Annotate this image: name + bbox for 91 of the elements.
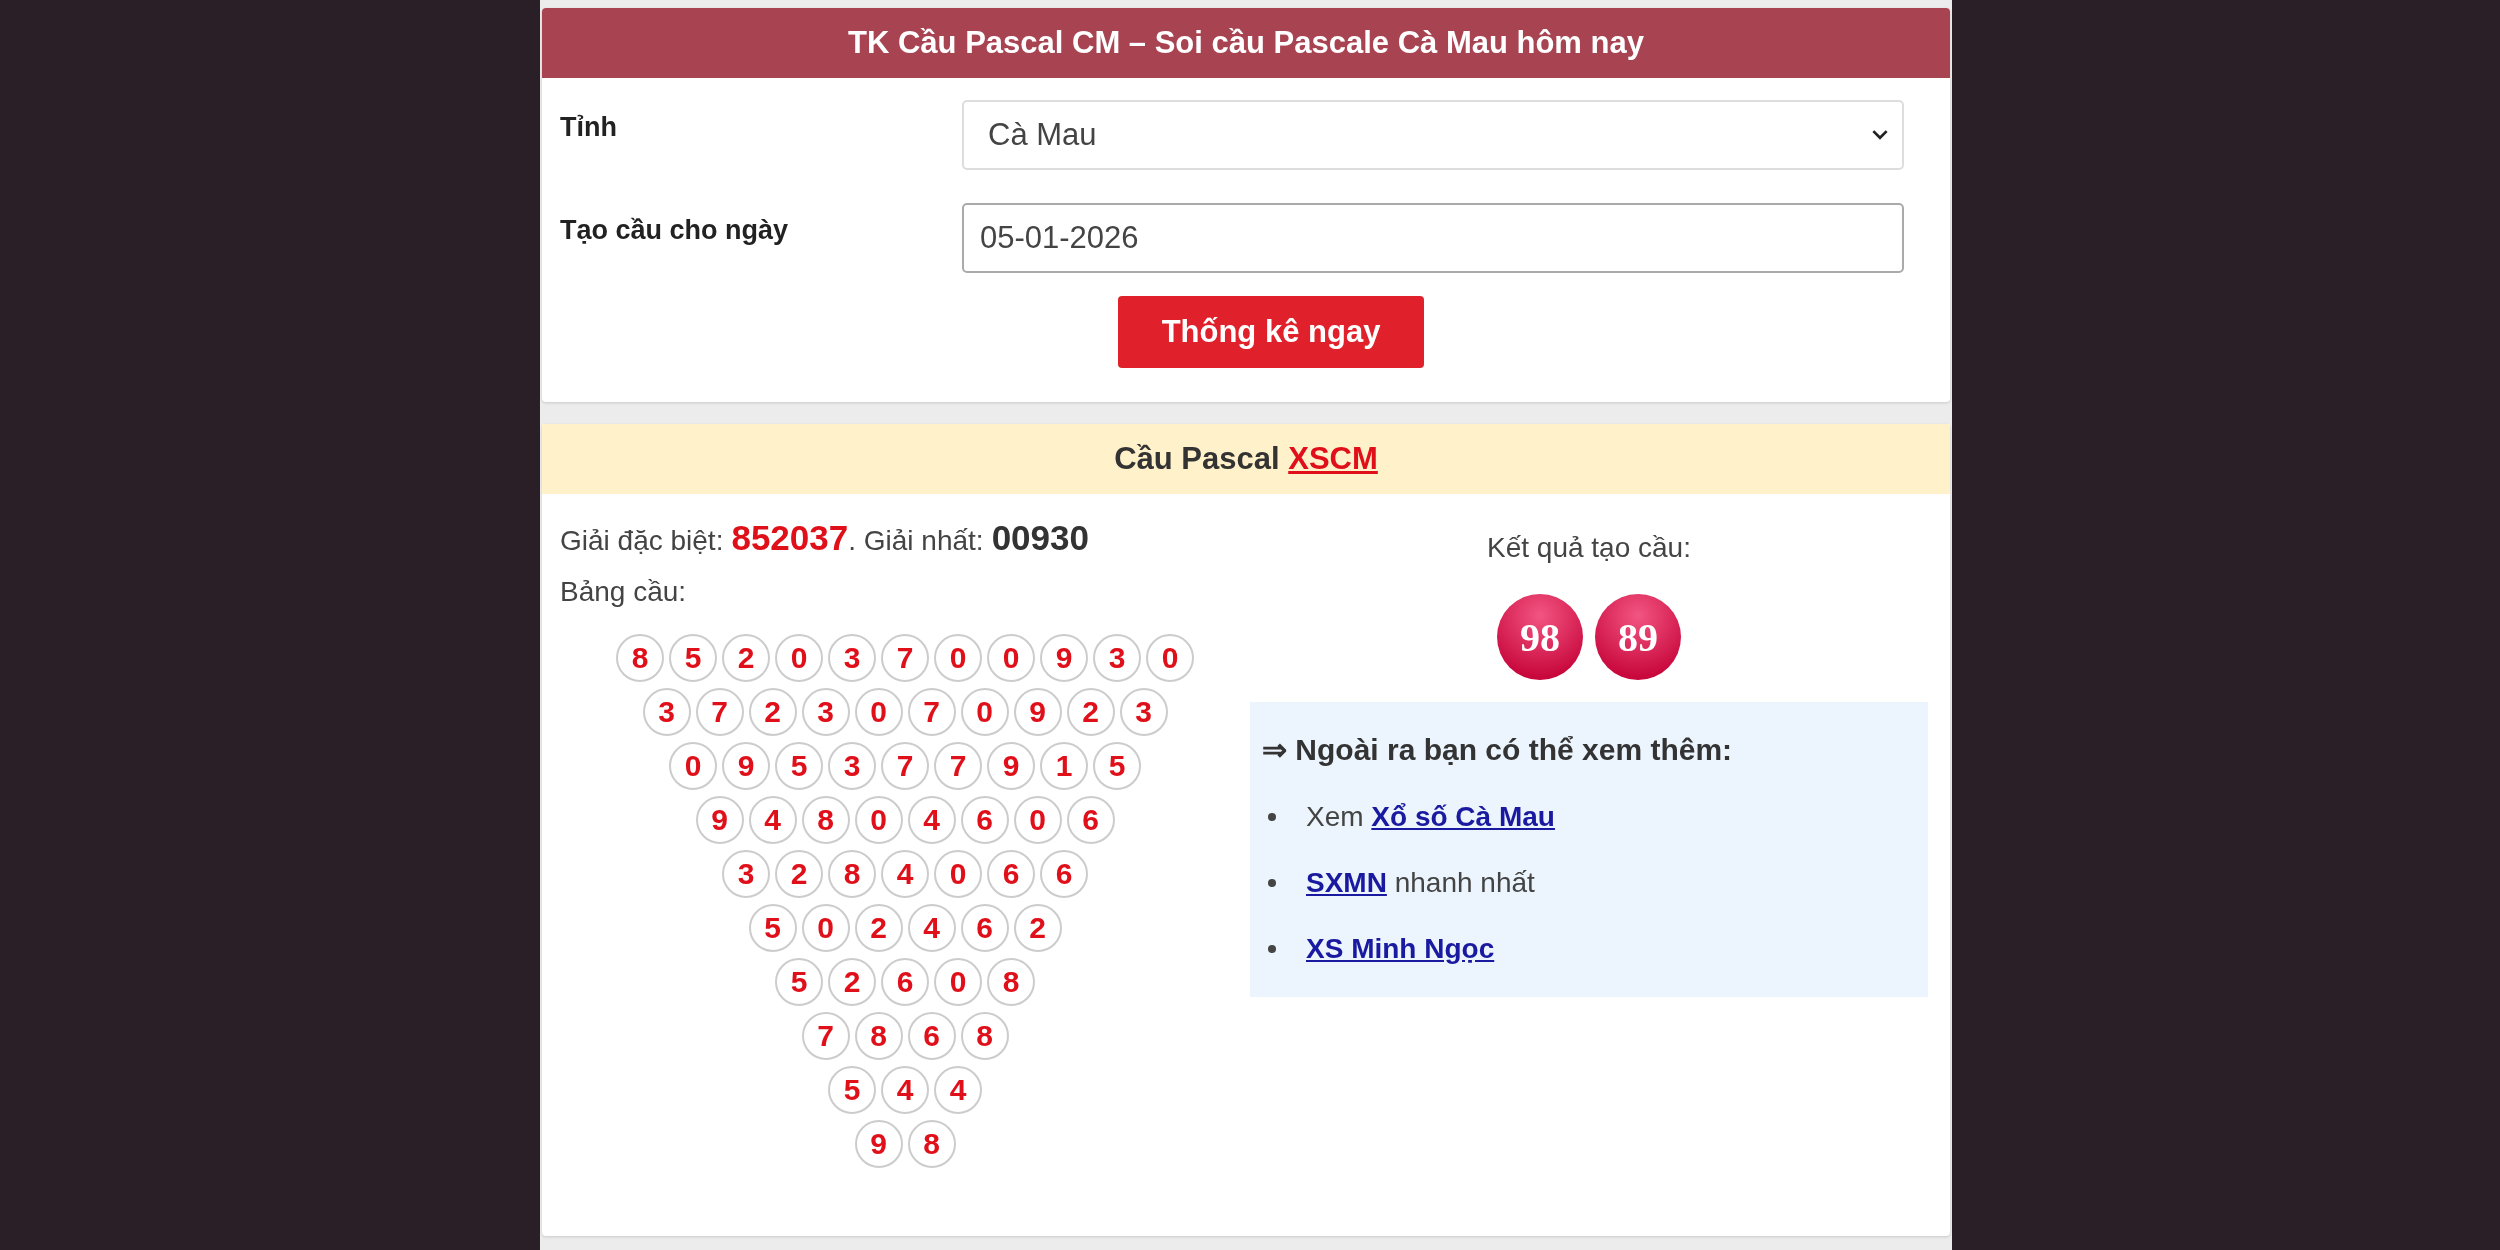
digit-ball: 8	[616, 634, 664, 682]
date-field[interactable]: 05-01-2026	[962, 203, 1904, 273]
digit-ball: 5	[828, 1066, 876, 1114]
digit-ball: 7	[881, 742, 929, 790]
digit-ball: 7	[801, 1012, 850, 1060]
digit-ball: 9	[722, 742, 770, 790]
bullet-icon	[1268, 945, 1276, 953]
digit-ball: 0	[854, 796, 903, 844]
digit-ball: 8	[828, 850, 876, 898]
digit-ball: 2	[1066, 688, 1115, 736]
bullet-icon	[1268, 879, 1276, 887]
digit-ball: 0	[669, 742, 717, 790]
field-label: Tỉnh	[560, 111, 618, 143]
digit-ball: 4	[881, 850, 929, 898]
digit-ball: 8	[801, 796, 850, 844]
digit-ball: 4	[748, 796, 797, 844]
link-text: SXMN nhanh nhất	[1306, 867, 1535, 899]
digit-ball: 0	[934, 850, 982, 898]
digit-ball: 0	[1146, 634, 1194, 682]
chevron-down-icon	[1872, 130, 1888, 140]
digit-ball: 4	[907, 904, 956, 952]
digit-ball: 0	[934, 634, 982, 682]
digit-ball: 6	[881, 958, 929, 1006]
digit-ball: 6	[960, 904, 1009, 952]
prize-number: 852037	[731, 518, 849, 557]
digit-ball: 0	[801, 904, 850, 952]
digit-ball: 0	[854, 688, 903, 736]
prize-label: . Giải nhất:	[848, 525, 984, 556]
digit-ball: 2	[1013, 904, 1062, 952]
digit-ball: 3	[642, 688, 691, 736]
digit-ball: 6	[1066, 796, 1115, 844]
section-link[interactable]: XSCM	[1288, 441, 1378, 476]
digit-ball: 4	[934, 1066, 982, 1114]
digit-ball: 8	[907, 1120, 956, 1168]
digit-ball: 3	[722, 850, 770, 898]
digit-ball: 2	[722, 634, 770, 682]
submit-button[interactable]: Thống kê ngay	[1118, 296, 1424, 368]
digit-ball: 9	[987, 742, 1035, 790]
link[interactable]: XS Minh Ngọc	[1306, 933, 1495, 965]
digit-ball: 3	[1119, 688, 1168, 736]
digit-ball: 3	[1093, 634, 1141, 682]
digit-ball: 7	[907, 688, 956, 736]
digit-ball: 4	[907, 796, 956, 844]
digit-ball: 0	[775, 634, 823, 682]
digit-ball: 5	[669, 634, 717, 682]
digit-ball: 8	[987, 958, 1035, 1006]
link[interactable]: SXMN	[1306, 867, 1387, 898]
digit-ball: 5	[775, 958, 823, 1006]
digit-ball: 0	[960, 688, 1009, 736]
table-label: Bảng cầu:	[560, 576, 688, 608]
bullet-icon	[1268, 813, 1276, 821]
digit-ball: 9	[1013, 688, 1062, 736]
digit-ball: 2	[828, 958, 876, 1006]
province-select[interactable]: Cà Mau	[962, 100, 1904, 170]
digit-ball: 2	[854, 904, 903, 952]
digit-ball: 4	[881, 1066, 929, 1114]
digit-ball: 3	[801, 688, 850, 736]
digit-ball: 9	[1040, 634, 1088, 682]
result-ball: 89	[1595, 594, 1681, 680]
field-label: Tạo cầu cho ngày	[560, 214, 790, 246]
more-heading: ⇒ Ngoài ra bạn có thể xem thêm:	[1262, 732, 1734, 767]
prize-label: Giải đặc biệt:	[560, 525, 724, 556]
digit-ball: 6	[987, 850, 1035, 898]
prize-number: 00930	[991, 518, 1089, 557]
result-ball: 98	[1497, 594, 1583, 680]
digit-ball: 0	[987, 634, 1035, 682]
digit-ball: 0	[1013, 796, 1062, 844]
link[interactable]: Xổ số Cà Mau	[1371, 801, 1555, 832]
digit-ball: 5	[1093, 742, 1141, 790]
digit-ball: 8	[854, 1012, 903, 1060]
digit-ball: 9	[695, 796, 744, 844]
card-title: TK Cầu Pascal CM – Soi cầu Pascale Cà Mau hôm nay	[542, 8, 1950, 78]
result-label: Kết quả tạo cầu:	[1487, 532, 1691, 564]
digit-ball: 2	[775, 850, 823, 898]
digit-ball: 7	[695, 688, 744, 736]
link-text: Xem Xổ số Cà Mau	[1306, 801, 1555, 833]
digit-ball: 1	[1040, 742, 1088, 790]
digit-ball: 0	[934, 958, 982, 1006]
digit-ball: 6	[960, 796, 1009, 844]
digit-ball: 9	[854, 1120, 903, 1168]
digit-ball: 7	[934, 742, 982, 790]
section-title: Cầu Pascal	[1114, 441, 1280, 476]
digit-ball: 5	[748, 904, 797, 952]
digit-ball: 6	[1040, 850, 1088, 898]
digit-ball: 6	[907, 1012, 956, 1060]
digit-ball: 3	[828, 634, 876, 682]
digit-ball: 3	[828, 742, 876, 790]
digit-ball: 7	[881, 634, 929, 682]
digit-ball: 8	[960, 1012, 1009, 1060]
digit-ball: 5	[775, 742, 823, 790]
digit-ball: 2	[748, 688, 797, 736]
